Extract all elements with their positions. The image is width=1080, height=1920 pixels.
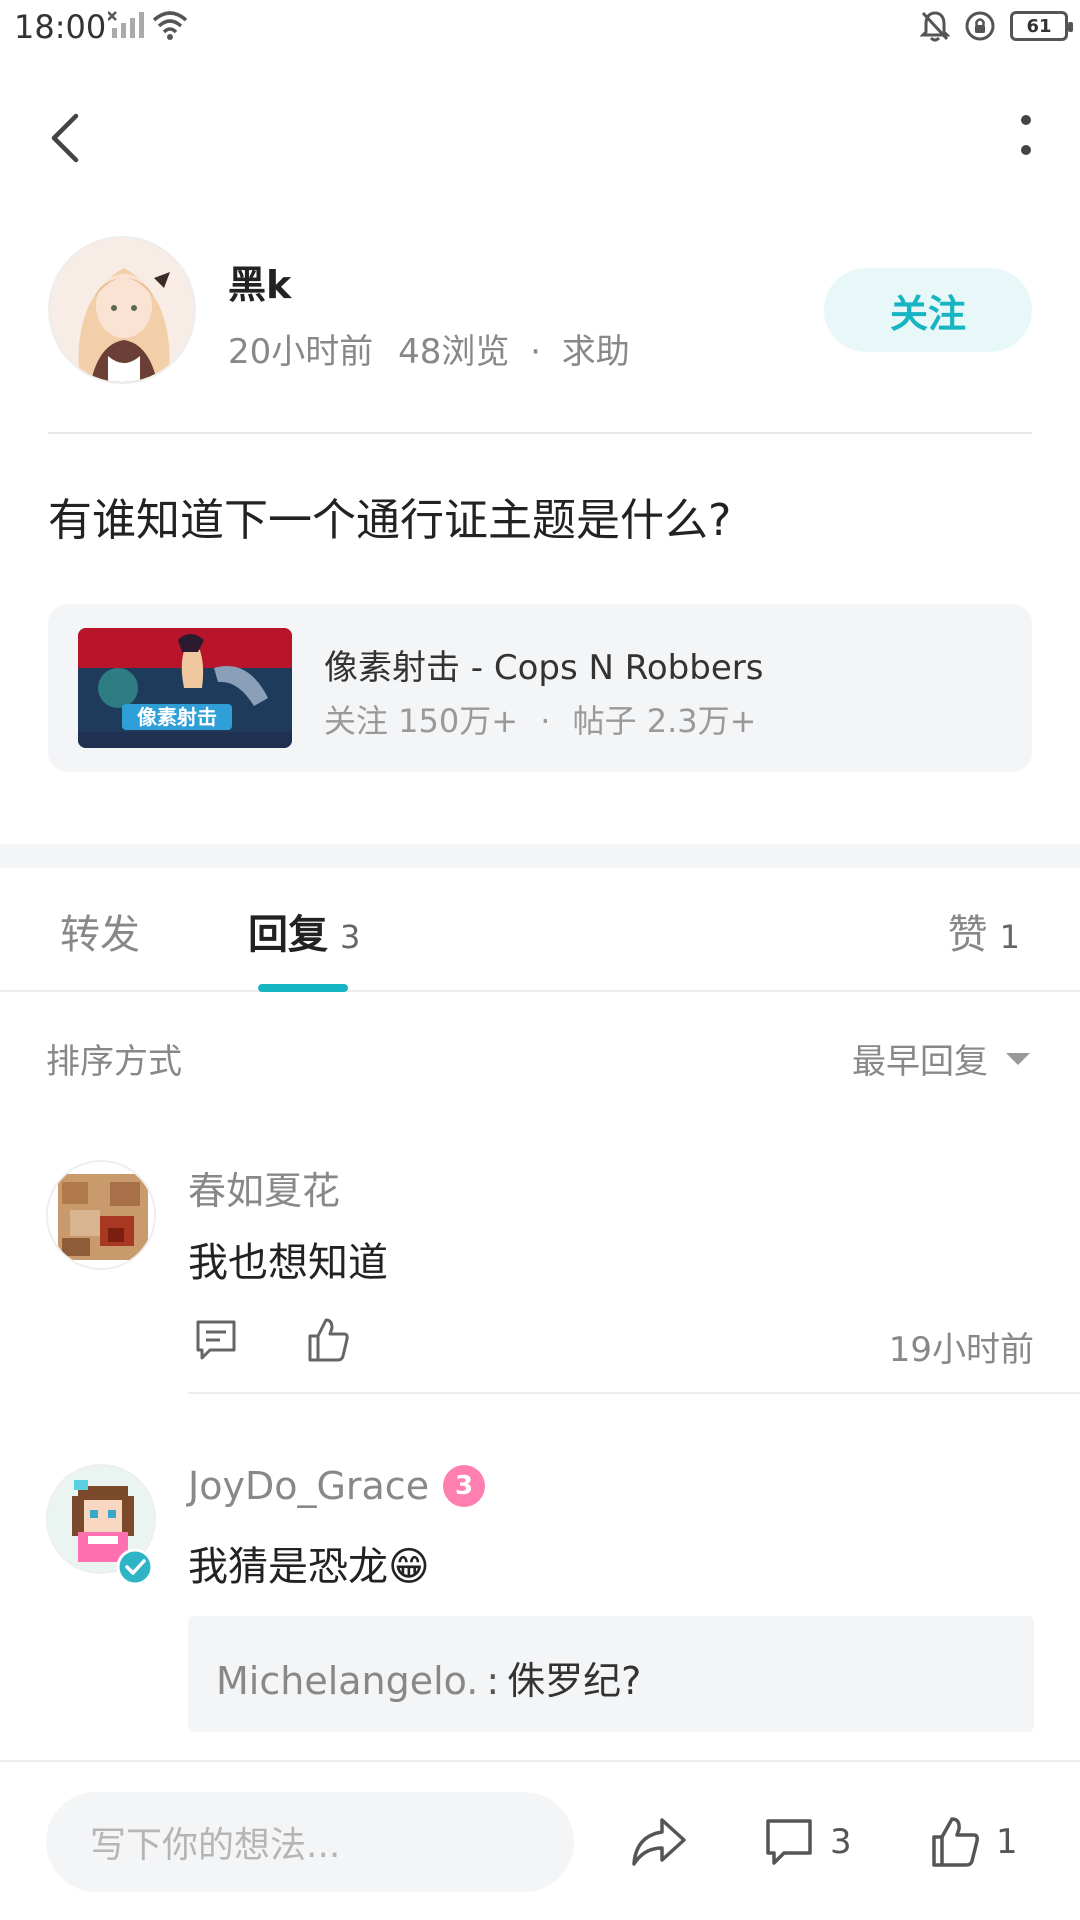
post-meta: 20小时前 48浏览 · 求助 [228,324,630,373]
reply-icon[interactable] [192,1316,240,1364]
tab-reply-label: 回复 [248,912,328,958]
follow-button[interactable]: 关注 [824,268,1032,352]
sort-dropdown[interactable]: 最早回复 [852,1034,1030,1083]
comment-divider [188,1392,1080,1394]
pixelated-avatar-image [48,1162,154,1268]
author-name[interactable]: 黑k [228,254,291,309]
interaction-tabs: 转发 回复 3 赞1 [0,868,1080,992]
thumbs-up-icon [932,1817,979,1867]
commenter-name[interactable]: 春如夏花 [188,1160,340,1215]
sort-label: 排序方式 [46,1042,182,1082]
comment-icon [766,1819,812,1865]
tab-like-count: 1 [999,918,1020,956]
commenter-name-text: JoyDo_Grace [188,1464,430,1508]
commenter-avatar[interactable] [46,1160,156,1270]
bell-off-icon [920,11,950,42]
sort-row: 排序方式 最早回复 [46,1034,1030,1084]
no-signal-icon [108,11,144,38]
chevron-left-icon [51,113,79,163]
tab-like-label: 赞 [947,912,988,958]
share-icon [632,1818,686,1866]
game-card[interactable]: 像素射击 像素射击 - Cops N Robbers 关注 150万+ · 帖子… [48,604,1032,772]
level-badge: 3 [443,1465,486,1507]
battery-icon: 61 [1010,11,1073,41]
game-name: 像素射击 - Cops N Robbers [324,648,764,688]
comment-count: 3 [830,1822,852,1862]
post-title: 有谁知道下一个通行证主题是什么? [48,495,732,546]
game-cover-image: 像素射击 [78,628,292,748]
battery-level: 61 [1026,15,1052,37]
commenter-name[interactable]: JoyDo_Grace 3 [188,1464,486,1508]
game-posts: 帖子 2.3万+ [572,702,757,740]
bottom-action-bar: 写下你的想法... 3 1 [0,1760,1080,1920]
tab-like[interactable]: 赞1 [948,902,1020,960]
sort-value: 最早回复 [852,1042,988,1082]
status-bar: 18:00 61 [0,0,1080,56]
more-options-button[interactable] [984,108,1040,168]
tab-reply-count: 3 [340,918,361,956]
status-time: 18:00 [14,8,107,46]
like-button[interactable]: 1 [928,1812,1018,1872]
back-button[interactable] [40,110,96,166]
tab-reply[interactable]: 回复 3 [248,902,360,960]
tab-repost[interactable]: 转发 [60,902,140,960]
nested-reply[interactable]: Michelangelo.: 侏罗纪? [188,1616,1034,1732]
meta-separator: · [530,332,541,372]
nested-reply-separator: : [486,1659,500,1703]
game-followers: 关注 150万+ [324,702,519,740]
game-stats: 关注 150万+ · 帖子 2.3万+ [324,696,756,742]
view-count: 48浏览 [398,332,510,372]
comment-text: 我也想知道 [188,1240,388,1286]
commenter-name-text: 春如夏花 [188,1169,341,1213]
wifi-icon [152,11,188,40]
divider [48,432,1032,434]
comment-time: 19小时前 [888,1330,1034,1370]
stats-separator: · [540,702,551,740]
game-cover-title: 像素射击 [137,705,217,729]
post-category: 求助 [561,332,630,372]
comment-text: 我猜是恐龙😁 [188,1544,430,1590]
top-nav [0,90,1080,186]
caret-down-icon [1006,1052,1030,1065]
comment-actions: 19小时前 [188,1316,1034,1370]
anime-girl-avatar-image [50,238,194,382]
game-thumbnail: 像素射击 [78,628,292,748]
author-avatar[interactable] [48,236,196,384]
section-separator [0,844,1080,868]
post-time: 20小时前 [228,332,374,372]
comment-button[interactable]: 3 [762,1812,852,1872]
nested-reply-text: 侏罗纪? [507,1659,642,1703]
comment-input[interactable]: 写下你的想法... [46,1792,574,1892]
like-count: 1 [996,1822,1018,1862]
author-header: 黑k 20小时前 48浏览 · 求助 关注 [48,236,1032,386]
share-button[interactable] [628,1812,688,1872]
verified-badge-icon [116,1548,154,1586]
active-tab-indicator [258,984,348,992]
tab-repost-label: 转发 [60,912,140,958]
like-icon[interactable] [304,1316,352,1364]
rotation-lock-icon [965,11,995,41]
more-vertical-icon [1021,115,1031,155]
nested-reply-user[interactable]: Michelangelo. [216,1659,478,1703]
